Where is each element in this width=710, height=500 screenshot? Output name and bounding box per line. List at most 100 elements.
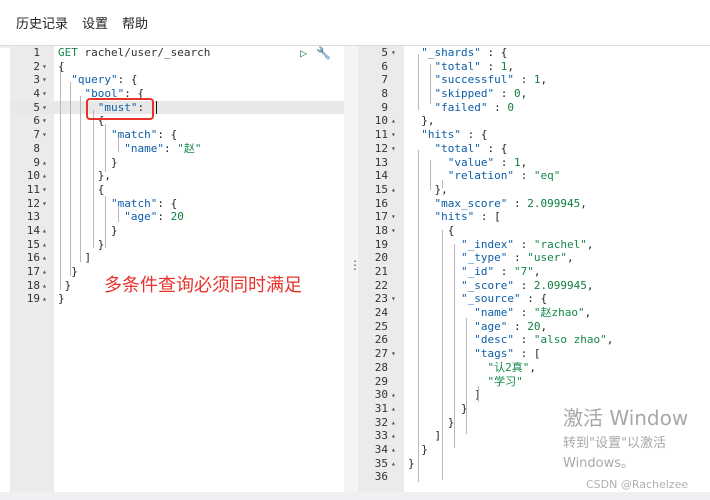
fold-toggle-icon[interactable]: ▴ (391, 402, 396, 416)
code-token: : { (461, 128, 488, 142)
code-line[interactable]: 17 ▾ "hits" : [ (358, 210, 710, 224)
code-line[interactable]: 10 ▴ }, (358, 114, 710, 128)
code-text: }, (408, 114, 434, 128)
code-line[interactable]: 25 "age" : 20, (358, 320, 710, 334)
code-line[interactable]: 16 "max_score" : 2.099945, (358, 197, 710, 211)
code-token: GET (58, 46, 85, 59)
code-text: "total" : { (408, 142, 508, 156)
fold-toggle-icon[interactable]: ▴ (391, 429, 396, 443)
code-token: "skipped" (434, 87, 495, 101)
fold-toggle-icon[interactable]: ▾ (42, 183, 47, 197)
code-line[interactable]: 13 "value" : 1, (358, 156, 710, 170)
fold-toggle-icon[interactable]: ▾ (391, 224, 396, 238)
code-line[interactable]: 7 "successful" : 1, (358, 73, 710, 87)
fold-toggle-icon[interactable]: ▾ (42, 197, 47, 211)
code-token: "tags" (474, 347, 514, 361)
code-line[interactable]: 14 "relation" : "eq" (358, 169, 710, 183)
code-text: { (58, 183, 105, 197)
fold-toggle-icon[interactable]: ▴ (42, 265, 47, 279)
fold-toggle-icon[interactable]: ▴ (42, 238, 47, 252)
wrench-icon[interactable]: 🔧 (316, 46, 331, 60)
fold-toggle-icon[interactable]: ▴ (42, 279, 47, 293)
fold-toggle-icon[interactable]: ▾ (42, 73, 47, 87)
menu-settings[interactable]: 设置 (82, 13, 108, 32)
code-line[interactable]: 30 ▴ ] (358, 388, 710, 402)
fold-toggle-icon[interactable]: ▾ (42, 60, 47, 74)
line-number: 8 (33, 141, 40, 155)
fold-toggle-icon[interactable]: ▾ (42, 128, 47, 142)
code-line[interactable]: 26 "desc" : "also zhao", (358, 333, 710, 347)
code-line[interactable]: 28 "认2真", (358, 361, 710, 375)
code-line[interactable]: 29 "学习" (358, 375, 710, 389)
code-text: "hits" : { (408, 128, 488, 142)
play-icon[interactable]: ▷ (300, 46, 307, 60)
request-editor[interactable]: 1 GET rachel/user/_search 2 ▾{3 ▾ "query": {… (10, 46, 344, 492)
fold-toggle-icon[interactable]: ▾ (391, 347, 396, 361)
code-line[interactable]: 23 ▾ "_source" : { (358, 292, 710, 306)
code-token: 20 (170, 210, 184, 224)
code-line[interactable]: 11 ▾ "hits" : { (358, 128, 710, 142)
fold-toggle-icon[interactable]: ▴ (42, 251, 47, 265)
fold-toggle-icon[interactable]: ▾ (391, 128, 396, 142)
code-token: "hits" (421, 128, 461, 142)
fold-toggle-icon[interactable]: ▴ (42, 156, 47, 170)
fold-toggle-icon[interactable]: ▴ (42, 292, 47, 306)
code-token: : (513, 306, 534, 320)
code-line[interactable]: 35 ▴} (358, 457, 710, 471)
fold-toggle-icon[interactable]: ▴ (42, 169, 47, 183)
code-token: "赵" (177, 141, 202, 155)
fold-toggle-icon[interactable]: ▾ (391, 46, 396, 60)
code-line[interactable]: 6 "total" : 1, (358, 60, 710, 74)
code-line[interactable]: 24 "name" : "赵zhao", (358, 306, 710, 320)
fold-toggle-icon[interactable]: ▾ (42, 87, 47, 101)
code-line[interactable]: 1 GET rachel/user/_search (10, 46, 344, 60)
code-line[interactable]: 22 "_score" : 2.099945, (358, 279, 710, 293)
fold-toggle-icon[interactable]: ▴ (391, 114, 396, 128)
fold-toggle-icon[interactable]: ▴ (391, 388, 396, 402)
code-text: "skipped" : 0, (408, 87, 528, 101)
fold-toggle-icon[interactable]: ▴ (391, 416, 396, 430)
indent-guide (478, 386, 479, 402)
code-text: "_type" : "user", (408, 251, 574, 265)
fold-toggle-icon[interactable]: ▴ (42, 224, 47, 238)
fold-toggle-icon[interactable]: ▾ (42, 114, 47, 128)
line-number: 6 (381, 59, 388, 73)
fold-toggle-icon[interactable]: ▾ (42, 101, 47, 115)
menu-help[interactable]: 帮助 (122, 13, 148, 32)
fold-toggle-icon[interactable]: ▾ (391, 292, 396, 306)
code-token: : (513, 169, 534, 183)
line-number: 20 (374, 251, 388, 265)
code-text: "age" : 20, (408, 320, 547, 334)
code-token: "query" (71, 73, 118, 87)
code-line[interactable]: 20 "_type" : "user", (358, 251, 710, 265)
code-token: 0 (513, 87, 521, 101)
code-line[interactable]: 8 "skipped" : 0, (358, 87, 710, 101)
indent-guide (430, 160, 431, 190)
code-text: "_source" : { (408, 292, 547, 306)
fold-toggle-icon[interactable]: ▾ (391, 142, 396, 156)
code-line[interactable]: 27 ▾ "tags" : [ (358, 347, 710, 361)
fold-toggle-icon[interactable]: ▴ (391, 443, 396, 457)
fold-toggle-icon[interactable]: ▴ (391, 457, 396, 471)
line-number: 9 (33, 155, 40, 169)
fold-toggle-icon[interactable]: ▾ (391, 210, 396, 224)
code-line[interactable]: 19 "_index" : "rachel", (358, 238, 710, 252)
code-line[interactable]: 9 "failed" : 0 (358, 101, 710, 115)
code-line[interactable]: 18 ▾ { (358, 224, 710, 238)
line-number: 6 (33, 114, 40, 128)
fold-toggle-icon[interactable]: ▴ (391, 183, 396, 197)
code-token: , (580, 196, 587, 210)
indent-guide (93, 110, 94, 248)
code-line[interactable]: 5 ▾ "_shards" : { (358, 46, 710, 60)
code-text: "max_score" : 2.099945, (408, 197, 587, 211)
code-token: "name" (474, 306, 514, 320)
code-line[interactable]: 12 ▾ "total" : { (358, 142, 710, 156)
menu-history[interactable]: 历史记录 (16, 13, 68, 32)
code-line[interactable]: 15 ▴ }, (358, 183, 710, 197)
code-line[interactable]: 21 "_id" : "7", (358, 265, 710, 279)
code-token: "hits" (434, 210, 475, 224)
